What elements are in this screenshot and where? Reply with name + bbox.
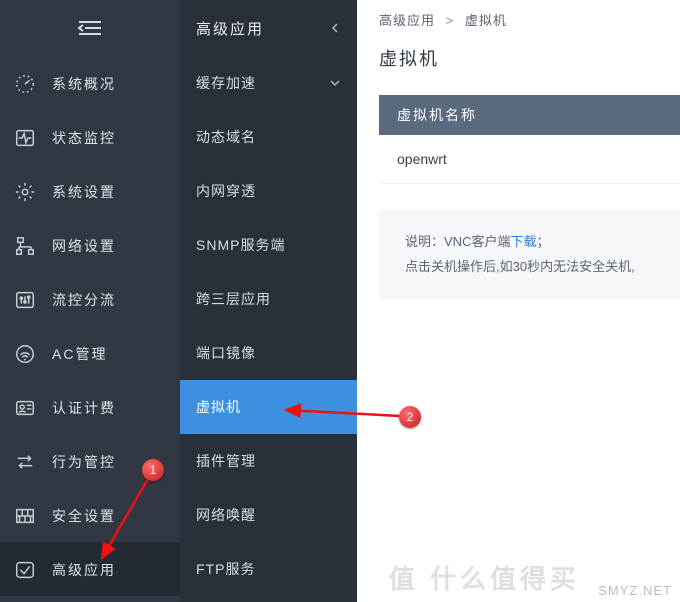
nav1-item-gear[interactable]: 系统设置: [0, 164, 180, 218]
note-text: 点击关机操作后,如30秒内无法安全关机,: [405, 255, 654, 280]
secondary-sidebar-title: 高级应用: [196, 18, 264, 39]
nav2-item-label: 跨三层应用: [196, 289, 271, 309]
secondary-sidebar: 高级应用 缓存加速动态域名内网穿透 SNMP服务端跨三层应用端口镜像虚拟机插件管理…: [180, 0, 357, 602]
nav1-item-label: 流控分流: [52, 290, 116, 310]
note-prefix: 说明：: [405, 234, 444, 249]
nav2-item-4[interactable]: 跨三层应用: [180, 272, 357, 326]
breadcrumb-sep: >: [446, 13, 455, 28]
nav2-item-6[interactable]: 虚拟机: [180, 380, 357, 434]
net-icon: [14, 235, 36, 257]
nav1-item-net[interactable]: 网络设置: [0, 218, 180, 272]
breadcrumb-part[interactable]: 虚拟机: [465, 13, 507, 28]
nav2-item-label: FTP服务: [196, 559, 255, 579]
check-icon: [14, 559, 36, 581]
pulse-icon: [14, 127, 36, 149]
page-title: 虚拟机: [357, 35, 680, 95]
note-text: ；: [536, 234, 549, 249]
sliders-icon: [14, 289, 36, 311]
nav2-item-7[interactable]: 插件管理: [180, 434, 357, 488]
note-text: VNC客户端: [444, 234, 510, 249]
download-link[interactable]: 下载: [510, 234, 536, 249]
wifi-icon: [14, 343, 36, 365]
nav2-item-label: 插件管理: [196, 451, 256, 471]
nav2-item-label: 网络唤醒: [196, 505, 256, 525]
breadcrumb-part[interactable]: 高级应用: [379, 13, 435, 28]
nav2-item-5[interactable]: 端口镜像: [180, 326, 357, 380]
nav2-item-label: 动态域名: [196, 127, 256, 147]
nav1-item-label: 安全设置: [52, 506, 116, 526]
main-content: 高级应用 > 虚拟机 虚拟机 虚拟机名称 openwrt 说明：VNC客户端下载…: [357, 0, 680, 602]
table-row[interactable]: openwrt: [379, 135, 680, 184]
nav1-item-label: 系统设置: [52, 182, 116, 202]
nav1-item-label: 行为管控: [52, 452, 116, 472]
nav1-item-label: AC管理: [52, 344, 107, 364]
nav1-item-wall[interactable]: 安全设置: [0, 488, 180, 542]
wall-icon: [14, 505, 36, 527]
nav2-item-0[interactable]: 缓存加速: [180, 56, 357, 110]
nav1-item-label: 网络设置: [52, 236, 116, 256]
idcard-icon: [14, 397, 36, 419]
chevron-down-icon: [329, 77, 341, 89]
note-box: 说明：VNC客户端下载； 点击关机操作后,如30秒内无法安全关机,: [379, 210, 680, 299]
gear-icon: [14, 181, 36, 203]
vm-name-value: openwrt: [397, 151, 447, 167]
nav2-item-2[interactable]: 内网穿透: [180, 164, 357, 218]
table-header-vm-name: 虚拟机名称: [379, 95, 680, 135]
nav1-item-label: 认证计费: [52, 398, 116, 418]
nav1-item-gauge[interactable]: 系统概况: [0, 56, 180, 110]
nav1-item-idcard[interactable]: 认证计费: [0, 380, 180, 434]
nav2-item-3[interactable]: SNMP服务端: [180, 218, 357, 272]
nav1-item-pulse[interactable]: 状态监控: [0, 110, 180, 164]
chevron-left-icon[interactable]: [329, 22, 341, 34]
nav1-item-check[interactable]: 高级应用: [0, 542, 180, 596]
nav2-item-8[interactable]: 网络唤醒: [180, 488, 357, 542]
secondary-sidebar-header: 高级应用: [180, 0, 357, 56]
nav1-item-label: 系统概况: [52, 74, 116, 94]
nav2-item-label: SNMP服务端: [196, 235, 285, 255]
sidebar-collapse-button[interactable]: [0, 0, 180, 56]
nav2-item-label: 虚拟机: [196, 397, 241, 417]
nav1-item-label: 状态监控: [52, 128, 116, 148]
nav1-item-swap[interactable]: 行为管控: [0, 434, 180, 488]
nav2-item-label: 缓存加速: [196, 73, 256, 93]
breadcrumb: 高级应用 > 虚拟机: [357, 0, 680, 35]
menu-collapse-icon: [77, 19, 103, 37]
swap-icon: [14, 451, 36, 473]
nav1-item-sliders[interactable]: 流控分流: [0, 272, 180, 326]
nav2-item-9[interactable]: FTP服务: [180, 542, 357, 596]
nav2-item-label: 内网穿透: [196, 181, 256, 201]
nav1-item-label: 高级应用: [52, 560, 116, 580]
nav2-item-1[interactable]: 动态域名: [180, 110, 357, 164]
nav2-item-label: 端口镜像: [196, 343, 256, 363]
nav1-item-wifi[interactable]: AC管理: [0, 326, 180, 380]
gauge-icon: [14, 73, 36, 95]
primary-sidebar: 系统概况状态监控系统设置网络设置流控分流 AC管理认证计费行为管控安全设置高级应用: [0, 0, 180, 602]
